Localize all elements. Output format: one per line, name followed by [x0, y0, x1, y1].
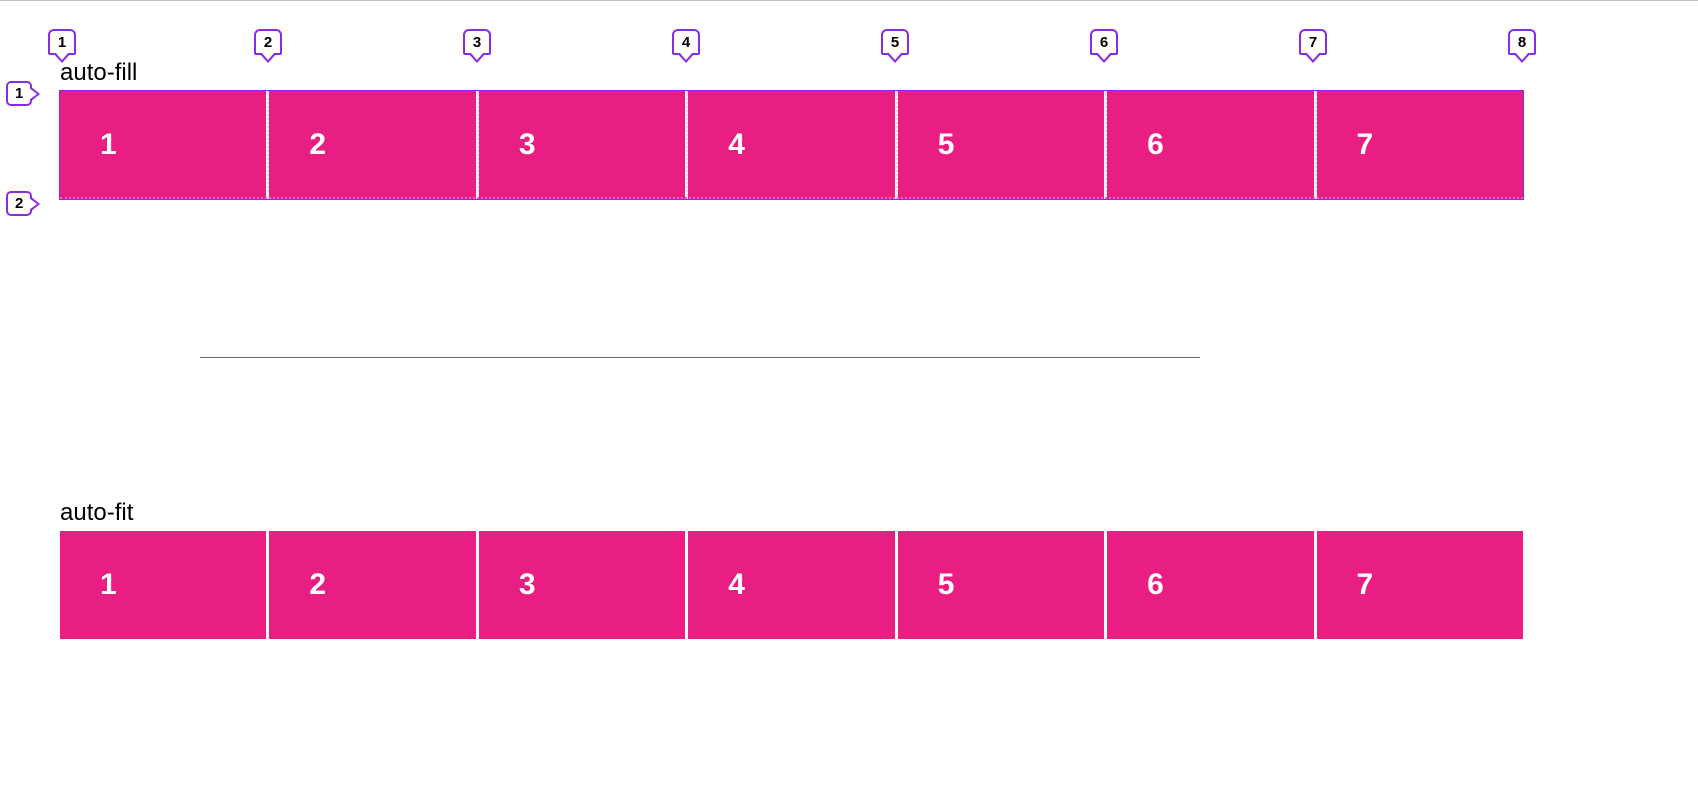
cell-number: 2: [309, 128, 326, 162]
auto-fit-cell: 2: [269, 531, 475, 639]
auto-fill-grid: 1 2 3 4 5 6 7: [60, 91, 1523, 199]
cell-number: 4: [728, 128, 745, 162]
auto-fit-label: auto-fit: [60, 501, 1523, 525]
cell-number: 3: [519, 128, 536, 162]
page: 1 2 3 4 5 6 7 8 1 2 auto-fill 1 2 3 4 5 …: [0, 0, 1698, 800]
auto-fit-section: auto-fit 1 2 3 4 5 6 7: [60, 501, 1523, 639]
grid-col-line-4: 4: [670, 29, 702, 55]
grid-col-line-6: 6: [1088, 29, 1120, 55]
cell-number: 4: [728, 568, 745, 602]
cell-number: 2: [309, 568, 326, 602]
auto-fill-cell: 5: [898, 91, 1104, 199]
divider: [200, 357, 1200, 358]
auto-fill-cell: 7: [1317, 91, 1523, 199]
grid-col-line-3: 3: [461, 29, 493, 55]
auto-fill-label: auto-fill: [60, 61, 1523, 85]
auto-fill-cell: 4: [688, 91, 894, 199]
auto-fit-cell: 5: [898, 531, 1104, 639]
auto-fill-section: auto-fill 1 2 3 4 5 6 7: [60, 61, 1523, 199]
cell-number: 7: [1357, 568, 1374, 602]
cell-number: 1: [100, 128, 117, 162]
auto-fit-cell: 7: [1317, 531, 1523, 639]
auto-fit-cell: 4: [688, 531, 894, 639]
cell-number: 6: [1147, 568, 1164, 602]
auto-fill-cell: 2: [269, 91, 475, 199]
cell-number: 3: [519, 568, 536, 602]
auto-fill-cell: 6: [1107, 91, 1313, 199]
cell-number: 7: [1357, 128, 1374, 162]
grid-col-line-7: 7: [1297, 29, 1329, 55]
auto-fill-cell: 3: [479, 91, 685, 199]
auto-fit-cell: 1: [60, 531, 266, 639]
auto-fill-cell: 1: [60, 91, 266, 199]
cell-number: 1: [100, 568, 117, 602]
grid-col-line-2: 2: [252, 29, 284, 55]
auto-fit-grid: 1 2 3 4 5 6 7: [60, 531, 1523, 639]
cell-number: 5: [938, 568, 955, 602]
auto-fit-cell: 6: [1107, 531, 1313, 639]
grid-col-line-8: 8: [1506, 29, 1538, 55]
cell-number: 6: [1147, 128, 1164, 162]
grid-col-line-5: 5: [879, 29, 911, 55]
grid-col-line-1: 1: [46, 29, 78, 55]
auto-fit-cell: 3: [479, 531, 685, 639]
grid-row-line-1: 1: [6, 81, 42, 106]
cell-number: 5: [938, 128, 955, 162]
grid-row-line-2: 2: [6, 191, 42, 216]
